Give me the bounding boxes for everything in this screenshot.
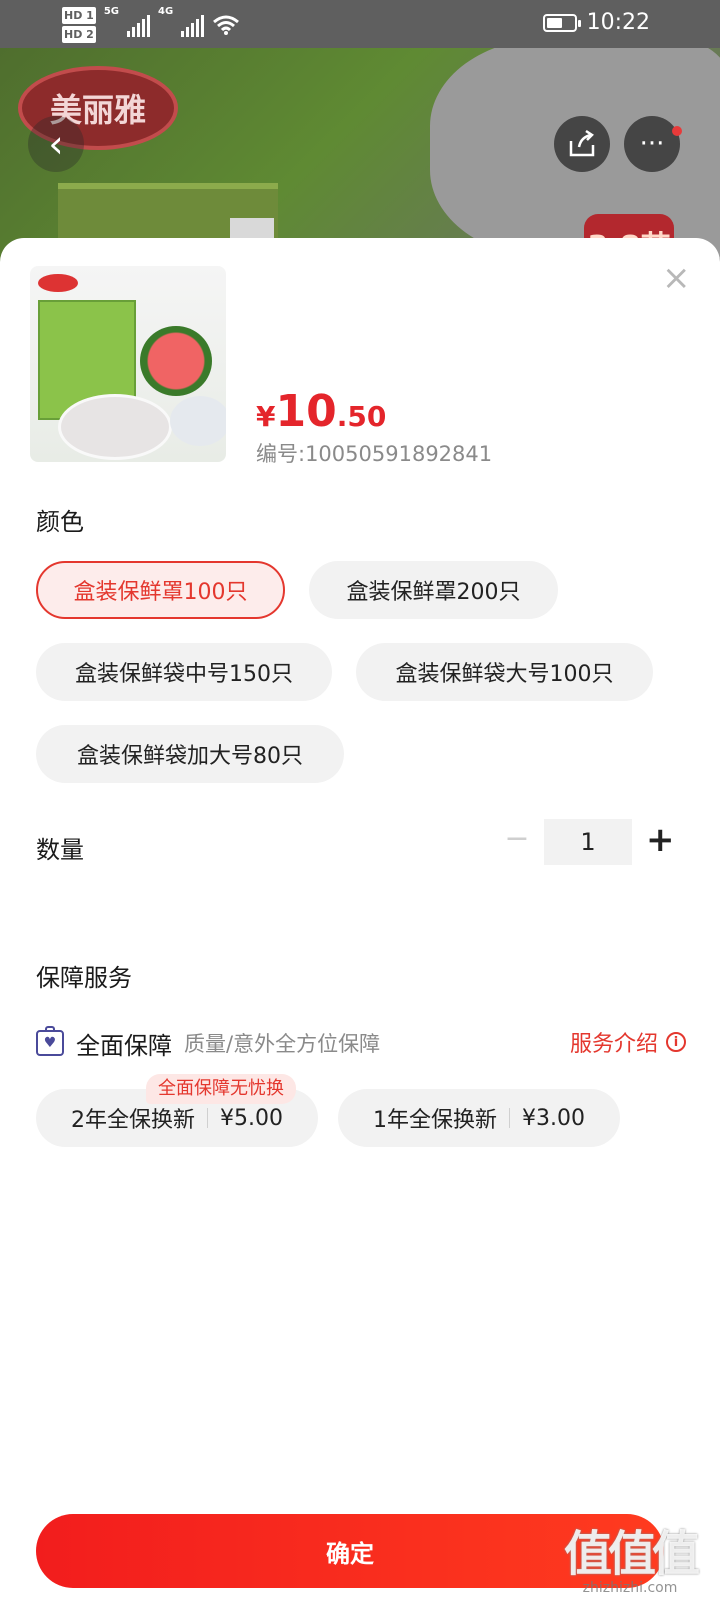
back-button[interactable]: ‹: [28, 116, 84, 172]
share-icon: [569, 129, 595, 157]
quantity-input[interactable]: 1: [544, 819, 632, 865]
status-indicators: HD 1 HD 2 5G 4G: [62, 6, 240, 44]
signal-icon-2: [181, 13, 205, 37]
quantity-section-title: 数量: [36, 836, 84, 864]
thumb-plate-2: [170, 396, 226, 446]
network-5g-label: 5G: [103, 6, 119, 17]
share-button[interactable]: [554, 116, 610, 172]
hd1-label: HD 1: [62, 7, 96, 24]
service-option-1year[interactable]: 1年全保换新 ¥3.00: [338, 1089, 620, 1147]
notification-dot: [672, 126, 682, 136]
network-4g-label: 4G: [158, 6, 174, 17]
chevron-left-icon: ‹: [48, 122, 64, 166]
thumb-logo: [38, 274, 78, 292]
color-option-5[interactable]: 盒装保鲜袋加大号80只: [36, 725, 344, 783]
guarantee-name: 全面保障: [76, 1031, 172, 1060]
color-option-3[interactable]: 盒装保鲜袋中号150只: [36, 643, 332, 701]
service-option-price: ¥3.00: [522, 1105, 585, 1131]
signal-icon: [127, 13, 150, 37]
service-option-price: ¥5.00: [220, 1105, 283, 1131]
info-icon: i: [666, 1032, 686, 1052]
service-option-name: 1年全保换新: [373, 1108, 497, 1133]
color-option-1[interactable]: 盒装保鲜罩100只: [36, 561, 285, 619]
product-thumbnail: [30, 266, 226, 462]
product-banner: 美丽雅 ‹ ··· 3·8节: [0, 48, 720, 268]
status-bar: HD 1 HD 2 5G 4G 10:22: [0, 0, 720, 48]
briefcase-heart-icon: ♥: [36, 1026, 64, 1056]
wifi-icon: [213, 15, 240, 35]
divider: [207, 1108, 208, 1128]
clock: 10:22: [586, 10, 650, 35]
close-icon[interactable]: ×: [662, 261, 691, 295]
thumb-plate: [58, 394, 172, 460]
quantity-decrease-button[interactable]: −: [504, 824, 530, 854]
sku-selection-sheet: × ¥10.50 编号:10050591892841 颜色 盒装保鲜罩100只 …: [0, 238, 720, 1600]
site-watermark: 值值值 zhizhizhi.com: [560, 1528, 700, 1598]
hd-indicator: HD 1 HD 2: [62, 6, 96, 44]
service-promo-tag: 全面保障无忧换: [146, 1074, 296, 1104]
product-price: ¥10.50: [256, 386, 386, 437]
sku-number: 编号:10050591892841: [256, 442, 493, 466]
guarantee-row: ♥ 全面保障 质量/意外全方位保障 服务介绍 i: [36, 1026, 686, 1060]
divider: [509, 1108, 510, 1128]
battery-icon: [542, 13, 581, 32]
hd2-label: HD 2: [62, 26, 96, 43]
price-integer: 10: [275, 386, 337, 437]
more-icon: ···: [639, 129, 665, 159]
more-button[interactable]: ···: [624, 116, 680, 172]
watermark-url: zhizhizhi.com: [582, 1580, 678, 1596]
color-option-2[interactable]: 盒装保鲜罩200只: [309, 561, 558, 619]
color-section-title: 颜色: [36, 508, 84, 536]
guarantee-description: 质量/意外全方位保障: [184, 1032, 381, 1056]
service-section-title: 保障服务: [36, 964, 132, 992]
price-decimal: .50: [336, 400, 387, 433]
status-right: 10:22: [542, 10, 650, 35]
watermark-logo: 值值值: [563, 1526, 700, 1582]
service-option-name: 2年全保换新: [71, 1108, 195, 1133]
service-intro-label: 服务介绍: [569, 1032, 658, 1057]
thumb-watermelon: [140, 326, 212, 396]
quantity-increase-button[interactable]: +: [646, 822, 675, 858]
color-option-4[interactable]: 盒装保鲜袋大号100只: [356, 643, 653, 701]
price-currency: ¥: [256, 400, 276, 433]
service-intro-link[interactable]: 服务介绍 i: [570, 1026, 686, 1058]
